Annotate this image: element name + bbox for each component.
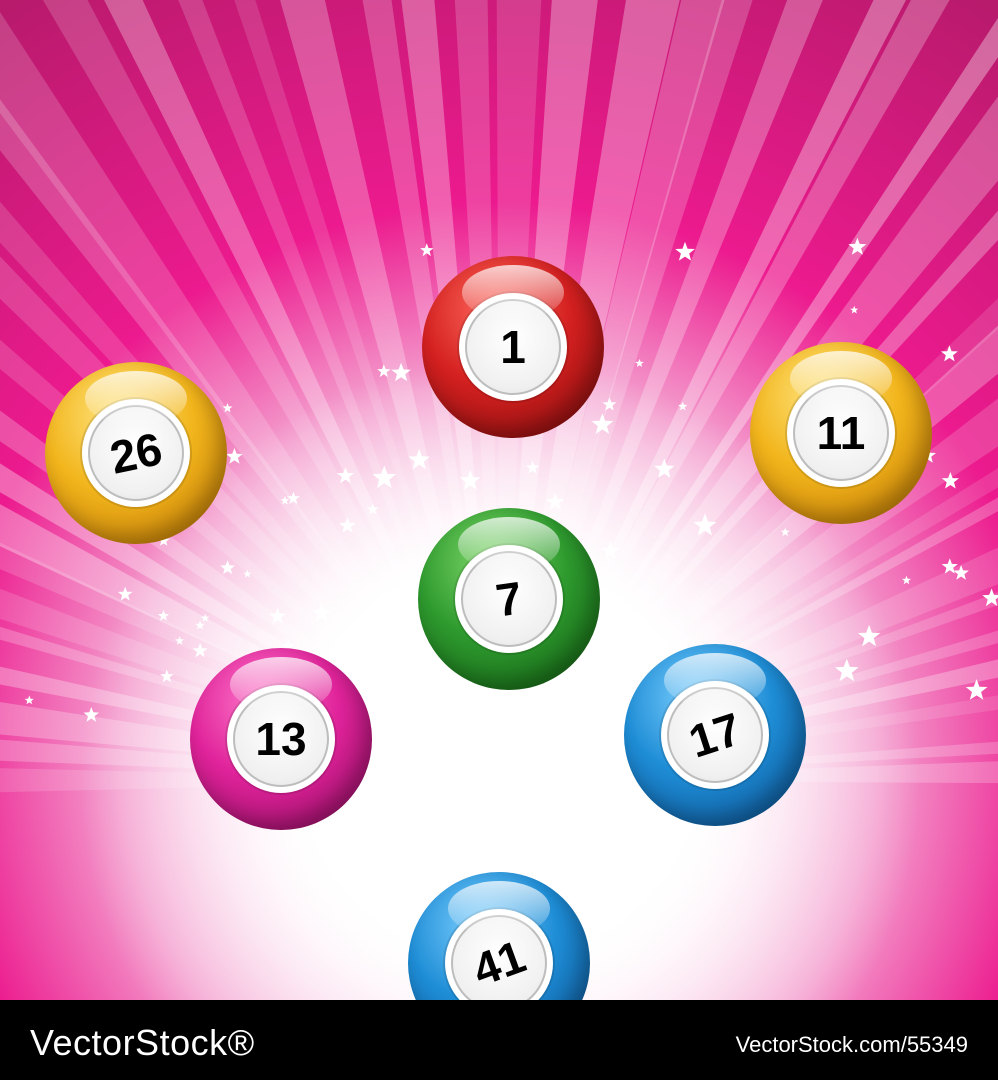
- ball-gloss: [664, 653, 766, 708]
- brand-logo: VectorStock®: [30, 1022, 255, 1063]
- ball-gloss: [458, 517, 560, 572]
- ball-gloss: [230, 657, 332, 712]
- bingo-ball-41: 41: [408, 872, 590, 1000]
- bingo-ball-17: 17: [624, 644, 806, 826]
- bingo-ball-7: 7: [418, 508, 600, 690]
- ball-gloss: [462, 265, 564, 320]
- bingo-ball-11: 11: [750, 342, 932, 524]
- bingo-illustration: 1 26 11 7 13 17 41: [0, 0, 998, 1000]
- bingo-ball-26: 26: [45, 362, 227, 544]
- watermark-footer: VectorStock® VectorStock.com/55349: [0, 1000, 998, 1080]
- ball-gloss: [448, 881, 550, 936]
- ball-gloss: [85, 371, 187, 426]
- image-reference: VectorStock.com/55349: [735, 1032, 968, 1057]
- bingo-ball-13: 13: [190, 648, 372, 830]
- ball-gloss: [790, 351, 892, 406]
- bingo-ball-1: 1: [422, 256, 604, 438]
